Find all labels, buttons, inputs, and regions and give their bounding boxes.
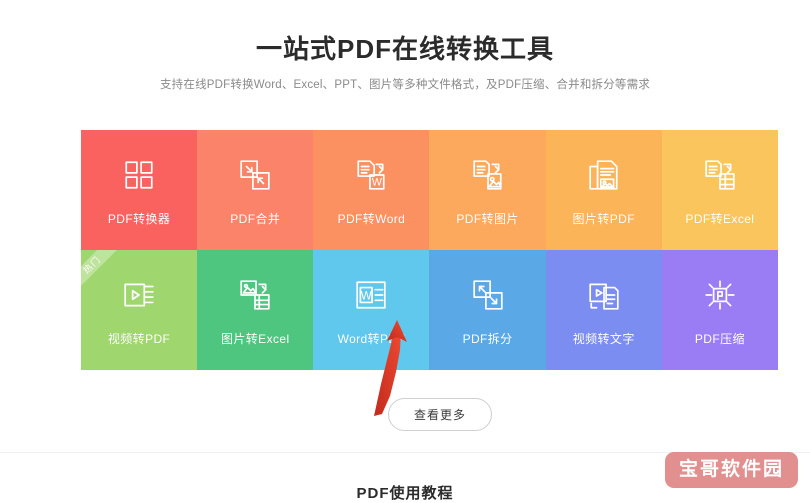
video-to-pdf-icon [118,274,160,316]
grid-four-squares-icon [118,154,160,196]
pdf-to-excel-icon [699,154,741,196]
tool-tile-8[interactable]: 图片转Excel [197,250,314,370]
tool-tile-6[interactable]: PDF转Excel [661,130,778,250]
tool-tile-label: 图片转Excel [220,331,290,346]
page-subtitle: 支持在线PDF转换Word、Excel、PPT、图片等多种文件格式，及PDF压缩… [159,79,651,91]
tool-tile-2[interactable]: PDF合并 [197,130,314,250]
svg-text:W: W [372,176,382,188]
image-to-pdf-icon [583,154,625,196]
tool-tile-label: 图片转PDF [572,211,635,226]
tool-tile-4[interactable]: PDF转图片 [429,130,546,250]
tool-tile-10[interactable]: PDF拆分 [429,250,546,370]
tool-tile-12[interactable]: PDF压缩 [661,250,778,370]
watermark-badge: 宝哥软件园 [664,452,798,488]
tool-tile-label: PDF压缩 [694,331,745,346]
page-title: 一站式PDF在线转换工具 [255,34,554,64]
tool-tile-grid: PDF转换器 PDF合并 W PDF转Word PDF转图片 图片转PDF PDF转Exce… [81,130,778,370]
tool-tile-label: PDF合并 [230,211,281,226]
page-root: 一站式PDF在线转换工具 支持在线PDF转换Word、Excel、PPT、图片等… [0,0,810,502]
tool-tile-label: PDF转换器 [107,211,171,226]
split-documents-icon [467,274,509,316]
tool-tile-label: PDF拆分 [462,331,513,346]
tool-tile-1[interactable]: PDF转换器 [81,130,198,250]
tool-tile-9[interactable]: W Word转PDF [313,250,430,370]
pdf-to-word-icon: W [350,154,392,196]
tool-tile-label: Word转PDF [337,331,406,346]
svg-text:W: W [361,289,372,302]
merge-documents-icon [234,154,276,196]
pdf-to-image-icon [467,154,509,196]
tool-tile-label: PDF转Excel [685,211,755,226]
video-to-text-icon [583,274,625,316]
image-to-excel-icon [234,274,276,316]
tool-tile-11[interactable]: 视频转文字 [545,250,662,370]
tool-tile-3[interactable]: W PDF转Word [313,130,430,250]
compress-pdf-icon [699,274,741,316]
view-more-button[interactable]: 查看更多 [388,398,492,431]
tool-tile-label: 视频转PDF [107,331,171,346]
tool-tile-7[interactable]: 热门视频转PDF [81,250,198,370]
hot-badge: 热门 [81,250,122,295]
tool-tile-label: 视频转文字 [572,331,635,346]
tool-tile-label: PDF转Word [337,211,406,226]
tool-tile-label: PDF转图片 [456,211,519,226]
view-more-label: 查看更多 [413,408,466,422]
tool-tile-5[interactable]: 图片转PDF [545,130,662,250]
word-to-pdf-icon: W [350,274,392,316]
